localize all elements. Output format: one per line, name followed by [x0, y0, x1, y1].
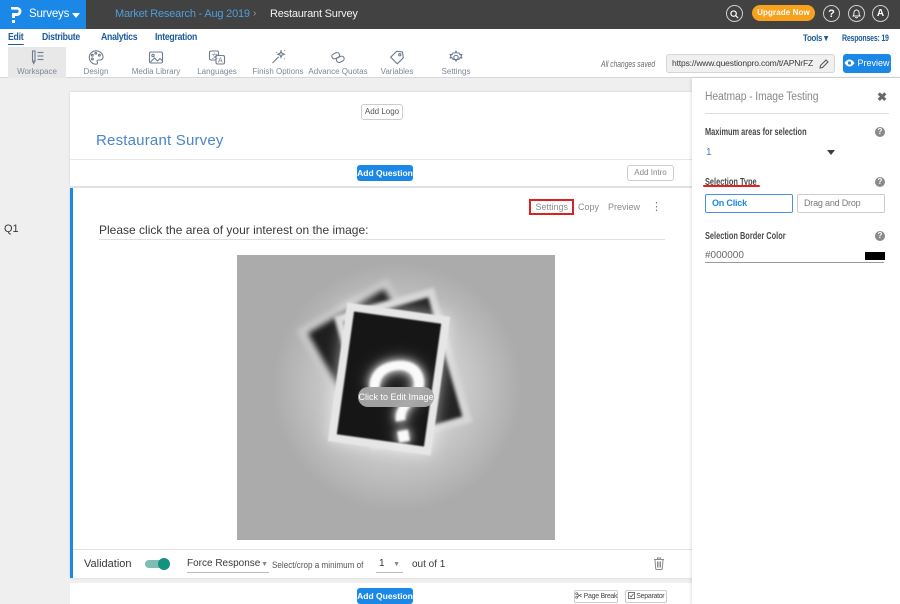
svg-text:A: A	[218, 58, 223, 65]
